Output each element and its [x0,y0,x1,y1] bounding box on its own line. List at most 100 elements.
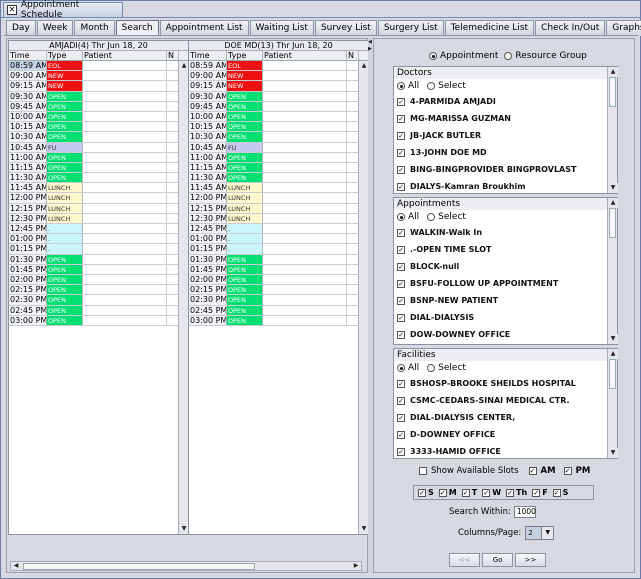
list-item[interactable]: ✓ JB-JACK BUTLER [394,127,617,144]
tab-survey-list[interactable]: Survey List [314,20,377,36]
select-radio[interactable] [427,213,436,221]
all-radio[interactable] [397,364,405,372]
table-row[interactable]: 12:00 PM LUNCH [189,193,368,204]
slot-patient[interactable] [83,285,167,295]
slot-patient[interactable] [83,315,167,325]
tab-graphs[interactable]: Graphs [606,20,641,36]
header-time[interactable]: Time [9,51,47,60]
slot-patient[interactable] [263,142,347,152]
am-checkbox[interactable]: ✓ [528,467,537,475]
go-button[interactable]: Go [482,553,513,567]
table-row[interactable]: 11:15 AM OPEN [9,162,188,174]
slot-patient[interactable] [83,111,167,122]
tab-appointment-list[interactable]: Appointment List [159,20,249,36]
slot-patient[interactable] [83,122,167,132]
table-row[interactable]: 09:15 AM NEW [9,81,188,92]
day-checkbox[interactable]: ✓ [506,488,515,497]
table-row[interactable]: 01:00 PM. [9,234,188,245]
table-row[interactable]: 11:30 AM OPEN [189,173,368,184]
scroll-thumb[interactable] [23,563,255,570]
slot-patient[interactable] [263,244,347,254]
table-row[interactable]: 08:59 AM EOL [9,61,188,72]
slot-patient[interactable] [83,274,167,285]
table-row[interactable]: 10:45 AM FU [189,142,368,153]
slot-patient[interactable] [83,295,167,305]
tab-week[interactable]: Week [36,20,74,36]
table-row[interactable]: 12:15 PM LUNCH [189,203,368,214]
collapse-right-icon[interactable]: ▶ [368,47,372,52]
list-item[interactable]: ✓ MG-MARISSA GUZMAN [394,110,617,127]
scroll-thumb[interactable] [609,77,616,107]
day-option[interactable]: ✓ T [461,488,477,497]
prev-button[interactable]: << [449,553,480,567]
table-row[interactable]: 02:45 PM OPEN [189,305,368,316]
item-checkbox[interactable]: ✓ [397,131,405,140]
slot-patient[interactable] [83,162,167,173]
table-row[interactable]: 03:00 PM OPEN [9,315,188,326]
slot-patient[interactable] [263,224,347,234]
chevron-down-icon[interactable]: ▼ [542,526,555,540]
appointment-radio[interactable] [429,52,437,60]
slot-patient[interactable] [263,264,347,274]
slot-patient[interactable] [83,254,167,264]
slot-patient[interactable] [263,152,347,162]
all-radio[interactable] [397,213,405,221]
table-row[interactable]: 09:30 AM OPEN [189,91,368,102]
tab-telemedicine-list[interactable]: Telemedicine List [444,20,535,36]
table-row[interactable]: 01:45 PM OPEN [9,264,188,275]
panel-splitter[interactable]: ◀ ▶ [368,38,372,573]
table-row[interactable]: 02:00 PM OPEN [9,274,188,286]
all-radio[interactable] [397,82,405,90]
item-checkbox[interactable]: ✓ [397,396,405,405]
resource-group-radio[interactable] [504,52,513,60]
header-patient[interactable]: Patient [263,51,347,60]
vertical-scrollbar[interactable]: ▲ ▼ [178,61,189,534]
table-row[interactable]: 02:15 PM OPEN [9,285,188,296]
scroll-up-icon[interactable]: ▲ [608,198,618,208]
slot-patient[interactable] [263,254,347,264]
tab-month[interactable]: Month [74,20,115,36]
vertical-scrollbar[interactable]: ▲ ▼ [358,61,369,534]
table-row[interactable]: 03:00 PM OPEN [189,315,368,326]
table-row[interactable]: 01:45 PM OPEN [189,264,368,275]
slot-patient[interactable] [263,101,347,111]
select-radio[interactable] [427,82,436,90]
tab-search[interactable]: Search [115,20,159,36]
day-option[interactable]: ✓ S [552,488,568,497]
slot-patient[interactable] [83,91,167,101]
day-checkbox[interactable]: ✓ [461,488,470,497]
slot-patient[interactable] [83,71,167,81]
table-row[interactable]: 09:45 AM OPEN [189,101,368,112]
slot-patient[interactable] [263,295,347,305]
slot-patient[interactable] [263,61,347,71]
next-button[interactable]: >> [515,553,546,567]
item-checkbox[interactable]: ✓ [397,148,405,157]
item-checkbox[interactable]: ✓ [397,279,405,288]
slot-patient[interactable] [83,173,167,183]
slot-patient[interactable] [263,81,347,91]
slot-patient[interactable] [83,183,167,193]
scroll-down-icon[interactable]: ▼ [608,183,618,193]
scroll-right-icon[interactable]: ▶ [351,562,361,570]
list-item[interactable]: ✓ 13-JOHN DOE MD [394,144,617,161]
slot-patient[interactable] [263,183,347,193]
item-checkbox[interactable]: ✓ [397,114,405,123]
item-checkbox[interactable]: ✓ [397,97,405,106]
day-option[interactable]: ✓ Th [506,488,527,497]
table-row[interactable]: 02:30 PM OPEN [189,295,368,306]
table-row[interactable]: 11:45 AM LUNCH [9,183,188,194]
list-item[interactable]: ✓ DIAL-DIALYSIS CENTER, [394,409,617,426]
list-item[interactable]: ✓ CSMC-CEDARS-SINAI MEDICAL CTR. [394,392,617,409]
slot-patient[interactable] [83,213,167,223]
table-row[interactable]: 12:00 PM LUNCH [9,193,188,204]
slot-patient[interactable] [263,234,347,244]
scroll-thumb[interactable] [609,359,616,389]
list-item[interactable]: ✓ .-OPEN TIME SLOT [394,241,617,258]
table-row[interactable]: 12:45 PM. [9,224,188,235]
slot-patient[interactable] [263,173,347,183]
slot-patient[interactable] [83,193,167,203]
list-item[interactable]: ✓ DIALYS-Kamran Broukhim [394,178,617,195]
slot-patient[interactable] [83,152,167,162]
list-item[interactable]: ✓ BSNP-NEW PATIENT [394,292,617,309]
table-row[interactable]: 12:30 PM LUNCH [9,213,188,224]
